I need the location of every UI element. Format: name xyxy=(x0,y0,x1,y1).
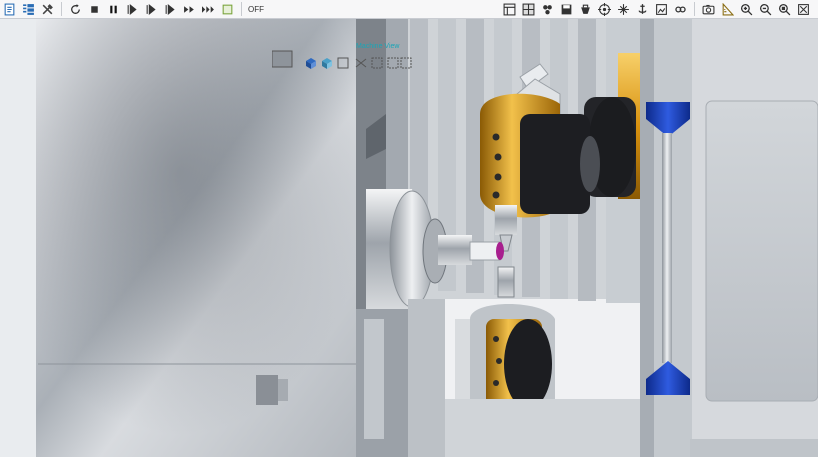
step-3-icon[interactable] xyxy=(162,1,179,18)
view-cube-icons[interactable] xyxy=(272,47,412,77)
anchor-icon[interactable] xyxy=(634,1,651,18)
machine-scene xyxy=(0,19,818,457)
tools-icon[interactable] xyxy=(39,1,56,18)
grid-icon[interactable] xyxy=(520,1,537,18)
zoom-in-icon[interactable] xyxy=(738,1,755,18)
camera-icon[interactable] xyxy=(700,1,717,18)
highlight-icon[interactable] xyxy=(219,1,236,18)
view-label: Machine View xyxy=(356,43,400,50)
target-icon[interactable] xyxy=(596,1,613,18)
save-icon[interactable] xyxy=(558,1,575,18)
view-cube-widget[interactable]: Machine View xyxy=(272,43,412,77)
zoom-out-icon[interactable] xyxy=(757,1,774,18)
toolbar-separator xyxy=(241,2,242,16)
pause-icon[interactable] xyxy=(105,1,122,18)
rotate-icon[interactable] xyxy=(615,1,632,18)
skip-forward-icon[interactable] xyxy=(200,1,217,18)
frame-icon[interactable] xyxy=(653,1,670,18)
clip-icon[interactable] xyxy=(577,1,594,18)
cluster-icon[interactable] xyxy=(539,1,556,18)
document-icon[interactable] xyxy=(1,1,18,18)
step-1-icon[interactable] xyxy=(124,1,141,18)
tailstock-bracket xyxy=(408,299,445,457)
simulation-window: OFF Machine View xyxy=(0,0,818,457)
toolbar: OFF xyxy=(0,0,818,19)
machine-viewport[interactable]: Machine View xyxy=(0,19,818,457)
reset-icon[interactable] xyxy=(67,1,84,18)
stop-icon[interactable] xyxy=(86,1,103,18)
layout-icon[interactable] xyxy=(501,1,518,18)
fit-window-icon[interactable] xyxy=(795,1,812,18)
toolbar-separator xyxy=(694,2,695,16)
measure-icon[interactable] xyxy=(719,1,736,18)
speed-label[interactable]: OFF xyxy=(248,5,264,14)
toolbar-separator xyxy=(61,2,62,16)
list-stack-icon[interactable] xyxy=(20,1,37,18)
fast-forward-icon[interactable] xyxy=(181,1,198,18)
left-door xyxy=(0,19,356,457)
step-2-icon[interactable] xyxy=(143,1,160,18)
zoom-fit-icon[interactable] xyxy=(776,1,793,18)
link-icon[interactable] xyxy=(672,1,689,18)
